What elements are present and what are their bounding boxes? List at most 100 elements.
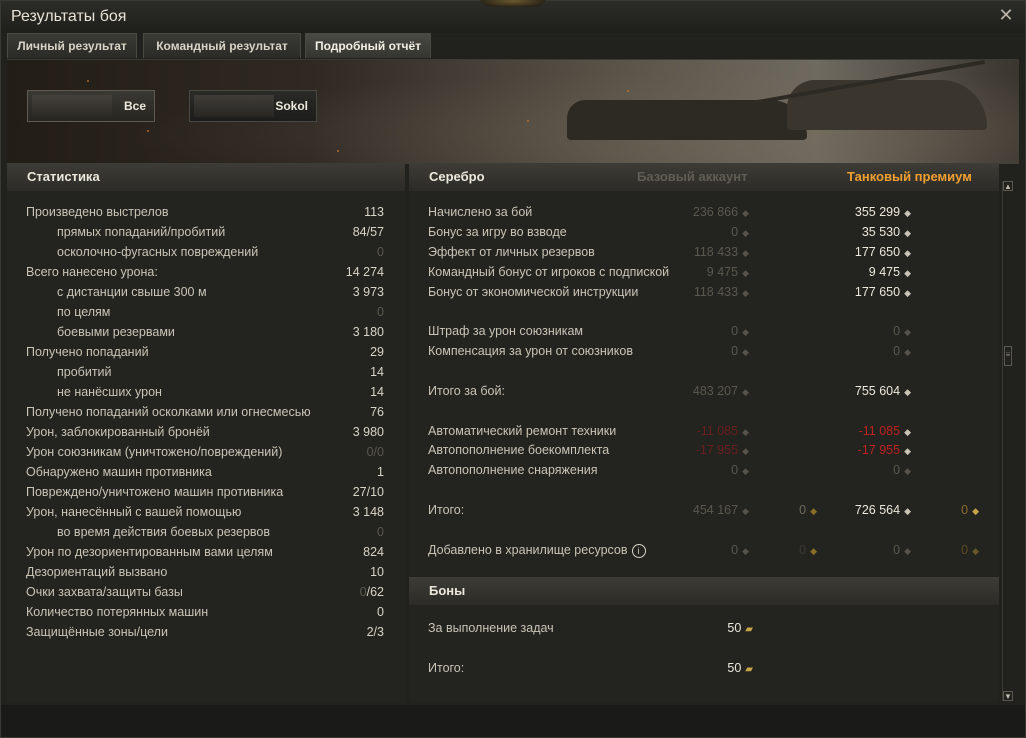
bonds-header: Боны [409, 577, 999, 605]
silver-label-text: Добавлено в хранилище ресурсов [428, 543, 628, 557]
base-value: 454 167 ◆ [693, 501, 749, 520]
stat-row: Урон, заблокированный бронёй 3 980 [7, 423, 387, 441]
stat-value: 84/57 [352, 225, 384, 239]
gold-icon: ◆ [972, 506, 979, 516]
stat-value: 3 180 [352, 325, 384, 339]
silver-coin-icon: ◆ [904, 228, 911, 238]
silver-label: Штраф за урон союзникам [428, 322, 583, 340]
silver-coin-icon: ◆ [742, 546, 749, 556]
silver-coin-icon: ◆ [742, 506, 749, 516]
silver-label: Автоматический ремонт техники [428, 422, 616, 440]
premium-value: 0 ◆ [893, 342, 911, 361]
silver-coin-icon: ◆ [742, 228, 749, 238]
close-icon[interactable]: ✕ [997, 6, 1015, 24]
base-amount: 483 207 [692, 384, 739, 398]
silver-row: Итого: 454 167 ◆ 0 ◆ 726 564 ◆ 0 ◆ [409, 501, 999, 519]
base-value: 9 475 ◆ [707, 263, 749, 282]
bonds-row: Итого: 50 ▰ [409, 659, 999, 677]
header-banner: Все Sokol [7, 59, 1019, 164]
silver-header-bar: Серебро Базовый аккаунт Танковый премиум [409, 163, 999, 191]
premium-value: -11 085 ◆ [859, 422, 911, 441]
silver-row: Бонус от экономической инструкции 118 433… [409, 283, 999, 301]
base-value: 0 ◆ [731, 541, 749, 560]
base-value: 236 866 ◆ [693, 203, 749, 222]
stat-label: Дезориентаций вызвано [26, 565, 168, 579]
stat-label: по целям [57, 305, 111, 319]
silver-coin-icon: ◆ [904, 327, 911, 337]
tab-detailed-report[interactable]: Подробный отчёт [305, 33, 431, 58]
premium-gold-value: 0 ◆ [961, 501, 979, 520]
silver-panel: Серебро Базовый аккаунт Танковый премиум… [409, 163, 999, 703]
silver-label-text: Итого: [428, 503, 465, 517]
stat-value: 1 [377, 465, 384, 479]
base-value: 0 ◆ [731, 223, 749, 242]
vehicle-filter-sokol[interactable]: Sokol [189, 90, 317, 122]
stat-value-main: /62 [366, 585, 384, 599]
silver-label-text: Командный бонус от игроков с подпиской [428, 265, 670, 279]
base-value: 0 ◆ [731, 461, 749, 480]
stat-value: 0/0 [366, 445, 384, 459]
bonds-icon: ▰ [745, 664, 753, 675]
stat-value: 0 [377, 245, 384, 259]
base-amount: 0 [731, 324, 739, 338]
bonds-value: 50 ▰ [727, 659, 753, 679]
stat-label: Обнаружено машин противника [26, 465, 212, 479]
premium-amount: 9 475 [868, 265, 901, 279]
base-amount: -17 955 [695, 443, 739, 457]
base-value: -17 955 ◆ [696, 441, 749, 460]
premium-amount: 0 [893, 344, 901, 358]
premium-amount: 355 299 [854, 205, 901, 219]
bottom-bar [1, 705, 1025, 737]
vehicle-filter-all[interactable]: Все [27, 90, 155, 122]
premium-amount: 177 650 [854, 285, 901, 299]
tab-team-result[interactable]: Командный результат [143, 33, 301, 58]
silver-label: Итого за бой: [428, 382, 505, 400]
silver-label: Добавлено в хранилище ресурсов i [428, 541, 646, 559]
stat-row: боевыми резервами 3 180 [7, 323, 387, 341]
base-amount: 0 [731, 225, 739, 239]
tab-personal-result[interactable]: Личный результат [7, 33, 137, 58]
stat-value: 0 [377, 525, 384, 539]
tank-stack-icon [32, 95, 112, 117]
base-value: 0 ◆ [731, 342, 749, 361]
silver-coin-icon: ◆ [742, 387, 749, 397]
silver-coin-icon: ◆ [742, 288, 749, 298]
silver-coin-icon: ◆ [904, 208, 911, 218]
stat-label: Получено попаданий [26, 345, 149, 359]
spark [87, 80, 89, 82]
scroll-down-icon[interactable]: ▼ [1003, 691, 1013, 701]
emblem-icon [479, 0, 547, 7]
spark [627, 90, 629, 92]
premium-amount: 0 [893, 463, 901, 477]
premium-value: 177 650 ◆ [855, 283, 911, 302]
silver-coin-icon: ◆ [742, 208, 749, 218]
stat-value-dim: 0 [359, 585, 367, 599]
silver-coin-icon: ◆ [742, 446, 749, 456]
tank-icon [194, 95, 274, 117]
gold-icon: ◆ [972, 546, 979, 556]
scrollbar[interactable]: ▲ ≡ ▼ [1002, 181, 1013, 701]
stat-value: 113 [364, 205, 384, 219]
stat-label: Урон союзникам (уничтожено/повреждений) [26, 445, 283, 459]
silver-row: Автопополнение снаряжения 0 ◆ 0 ◆ [409, 461, 999, 479]
stat-label: Произведено выстрелов [26, 205, 169, 219]
stat-value: 824 [363, 545, 384, 559]
scroll-thumb[interactable]: ≡ [1004, 346, 1012, 366]
statistics-header: Статистика [7, 163, 405, 191]
base-gold-amount: 0 [799, 543, 807, 557]
premium-value: 355 299 ◆ [855, 203, 911, 222]
silver-coin-icon: ◆ [742, 327, 749, 337]
base-amount: -11 085 [696, 424, 739, 438]
silver-label: Эффект от личных резервов [428, 243, 595, 261]
premium-value: 35 530 ◆ [862, 223, 911, 242]
stat-value: 14 [370, 385, 384, 399]
info-icon[interactable]: i [631, 543, 646, 558]
base-amount: 0 [731, 463, 739, 477]
silver-label-text: Эффект от личных резервов [428, 245, 595, 259]
silver-label: Командный бонус от игроков с подпиской [428, 263, 669, 281]
tank-image-2 [787, 80, 987, 130]
scroll-up-icon[interactable]: ▲ [1003, 181, 1013, 191]
premium-gold-value: 0 ◆ [961, 541, 979, 560]
silver-header: Серебро [429, 169, 485, 184]
stat-value: 29 [370, 345, 384, 359]
